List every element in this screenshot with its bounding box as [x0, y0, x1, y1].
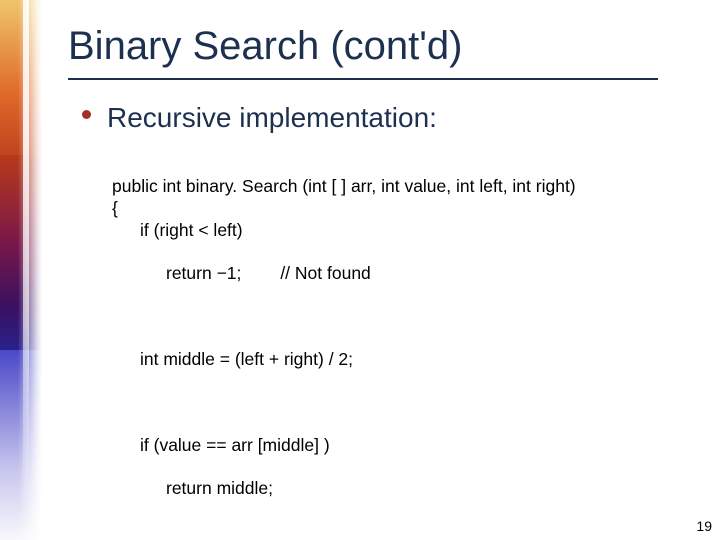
slide-title: Binary Search (cont'd): [68, 24, 462, 69]
code-return-neg1-line: return −1; // Not found: [112, 263, 672, 285]
slide: Binary Search (cont'd) Recursive impleme…: [0, 0, 720, 540]
bullet-dot-icon: [82, 110, 91, 119]
title-underline: [68, 78, 658, 80]
code-if-rl: if (right < left): [112, 220, 672, 242]
code-not-found-comment: // Not found: [280, 263, 370, 283]
bullet-text: Recursive implementation:: [107, 102, 437, 134]
code-return-mid: return middle;: [112, 478, 672, 500]
left-decoration: [0, 0, 42, 540]
code-open-brace: {: [112, 198, 118, 218]
code-return-neg1: return −1;: [166, 263, 241, 283]
bullet-row: Recursive implementation:: [82, 102, 437, 134]
page-number: 19: [696, 518, 712, 534]
code-block: public int binary. Search (int [ ] arr, …: [112, 154, 672, 540]
code-if-eq: if (value == arr [middle] ): [112, 435, 672, 457]
code-mid-decl: int middle = (left + right) / 2;: [112, 349, 672, 371]
code-signature: public int binary. Search (int [ ] arr, …: [112, 176, 576, 196]
